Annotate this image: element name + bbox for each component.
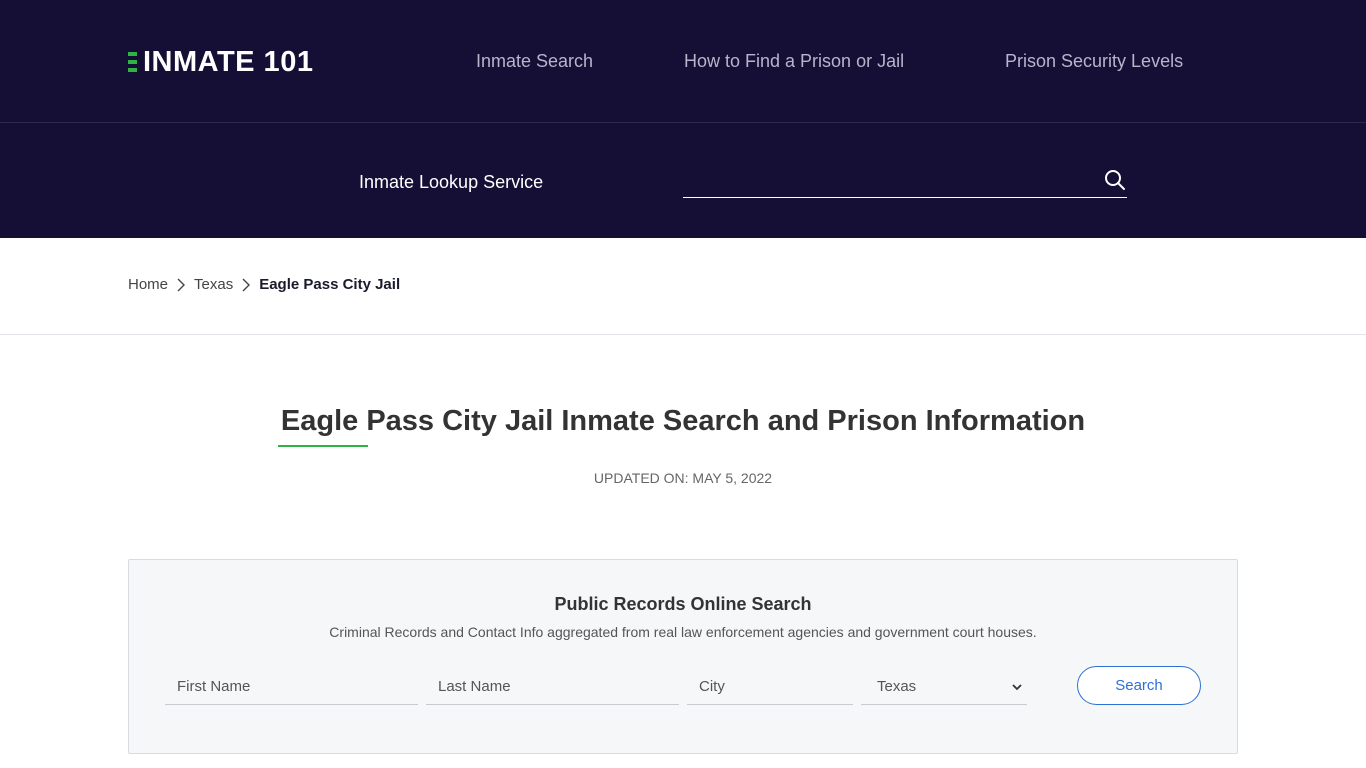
city-input[interactable] xyxy=(687,668,853,704)
breadcrumb-state[interactable]: Texas xyxy=(194,276,233,294)
search-icon[interactable] xyxy=(1103,168,1127,192)
lookup-search-field xyxy=(683,163,1127,198)
title-underline xyxy=(278,445,368,447)
updated-date: UPDATED ON: MAY 5, 2022 xyxy=(593,470,773,486)
chevron-right-icon xyxy=(240,278,252,292)
state-field: Texas xyxy=(861,668,1027,705)
logo-bars-icon xyxy=(128,52,137,72)
nav-find-prison[interactable]: How to Find a Prison or Jail xyxy=(684,50,904,72)
nav-inmate-search[interactable]: Inmate Search xyxy=(476,50,593,72)
breadcrumb-band: Home Texas Eagle Pass City Jail xyxy=(0,238,1366,335)
first-name-input[interactable] xyxy=(165,668,418,704)
lookup-search-input[interactable] xyxy=(683,163,1083,197)
records-search-button[interactable]: Search xyxy=(1077,666,1201,705)
last-name-input[interactable] xyxy=(426,668,679,704)
lookup-band: Inmate Lookup Service xyxy=(0,123,1366,238)
top-navigation: INMATE 101 Inmate Search How to Find a P… xyxy=(0,0,1366,123)
breadcrumb-current: Eagle Pass City Jail xyxy=(259,276,401,293)
chevron-right-icon xyxy=(175,278,187,292)
last-name-field xyxy=(426,668,679,705)
records-title: Public Records Online Search xyxy=(554,594,812,614)
lookup-label: Inmate Lookup Service xyxy=(359,172,544,192)
nav-security-levels[interactable]: Prison Security Levels xyxy=(1005,50,1183,72)
state-select[interactable]: Texas xyxy=(861,668,1027,704)
first-name-field xyxy=(165,668,418,705)
logo-text: INMATE 101 xyxy=(143,46,314,78)
public-records-search: Public Records Online Search Criminal Re… xyxy=(128,559,1238,754)
site-logo[interactable]: INMATE 101 xyxy=(128,46,313,78)
records-subtitle: Criminal Records and Contact Info aggreg… xyxy=(329,624,1037,640)
breadcrumb: Home Texas Eagle Pass City Jail xyxy=(128,276,400,294)
city-field xyxy=(687,668,853,705)
page-title: Eagle Pass City Jail Inmate Search and P… xyxy=(280,405,1086,437)
breadcrumb-home[interactable]: Home xyxy=(128,276,168,294)
